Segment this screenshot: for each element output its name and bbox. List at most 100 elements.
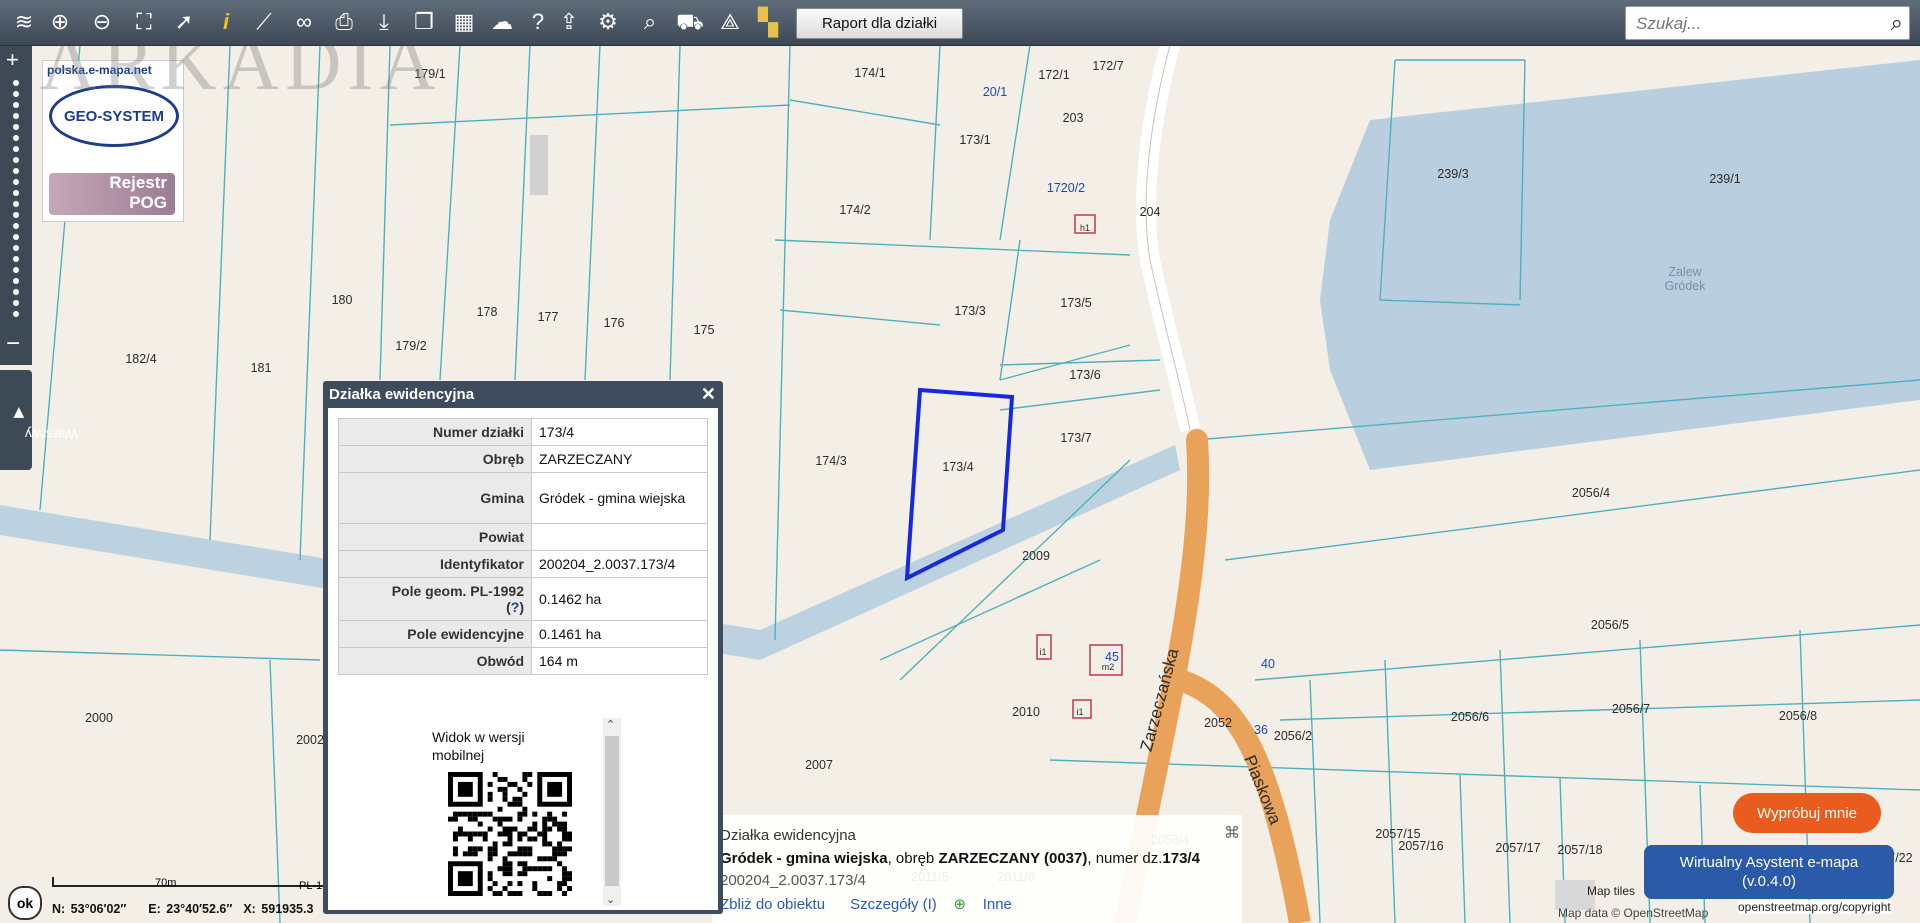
chevron-down-icon[interactable]: ⌄ <box>606 893 615 906</box>
parcel-label: 2057/16 <box>1398 839 1444 853</box>
building-number: 36 <box>1254 723 1268 737</box>
layers-tab[interactable]: ▶ Warstwy <box>0 370 78 470</box>
ok-button[interactable]: ok <box>8 886 42 920</box>
parcel-label: 181 <box>250 361 272 375</box>
link-icon[interactable]: ∞ <box>290 8 318 36</box>
zoom-level-dot[interactable] <box>13 201 19 207</box>
close-icon[interactable]: ⌘ <box>1224 823 1240 843</box>
zoom-level-dot[interactable] <box>13 157 19 163</box>
zoom-level-dot[interactable] <box>13 311 19 317</box>
parcel-label: 2057/17 <box>1495 841 1541 855</box>
zoom-level-dot[interactable] <box>13 289 19 295</box>
north-icon[interactable]: ⟁ <box>716 8 744 36</box>
parcel-label: 20/1 <box>982 85 1008 99</box>
zoom-level-dot[interactable] <box>13 267 19 273</box>
tiles-attribution: Map tiles <box>1587 884 1636 898</box>
zoom-extent-icon[interactable]: ⛶ <box>130 8 158 36</box>
building-code: i1 <box>1039 647 1047 657</box>
building-code: m2 <box>1101 662 1115 672</box>
virtual-assistant-button[interactable]: Wirtualny Asystent e-mapa (v.0.4.0) <box>1644 845 1894 899</box>
zoom-level-dot[interactable] <box>13 91 19 97</box>
zoom-out-icon[interactable]: ⊖ <box>88 8 116 36</box>
parcel-label: 178 <box>476 305 498 319</box>
parcel-label: 203 <box>1062 111 1084 125</box>
rejestr-pog-logo[interactable]: Rejestr POG <box>49 173 175 215</box>
zoom-level-dot[interactable] <box>13 300 19 306</box>
zoom-level-dot[interactable] <box>13 80 19 86</box>
info-type: Działka ewidencyjna <box>720 827 856 844</box>
zoom-plus-icon[interactable]: + <box>6 47 19 73</box>
pointer-icon[interactable]: ➚ <box>170 8 198 36</box>
zoom-level-dot[interactable] <box>13 124 19 130</box>
zoom-level-dot[interactable] <box>13 113 19 119</box>
popup-body: Numer działki 173/4 Obręb ZARZECZANY Gmina… <box>328 408 718 910</box>
help-icon[interactable]: ? <box>524 8 552 36</box>
parcel-label: 2056/6 <box>1450 710 1490 724</box>
zoom-level-dot[interactable] <box>13 102 19 108</box>
parcel-label: 175 <box>693 323 715 337</box>
table-row: Pole ewidencyjne 0.1461 ha <box>338 620 708 648</box>
copy-icon[interactable]: ❐ <box>410 8 438 36</box>
zoom-level-dot[interactable] <box>13 256 19 262</box>
zoom-level-dot[interactable] <box>13 190 19 196</box>
parcel-label: 176 <box>603 316 625 330</box>
bubble-icon[interactable]: ☁ <box>488 8 516 36</box>
building-number: 40 <box>1261 657 1275 671</box>
table-row: Gmina Gródek - gmina wiejska <box>338 472 708 524</box>
download-icon[interactable]: ⤓ <box>370 8 398 36</box>
search-input[interactable] <box>1634 13 1868 35</box>
layout-icon[interactable]: ▦ <box>450 8 478 36</box>
search-icon[interactable]: ⌕ <box>1891 10 1903 36</box>
parcel-label: 2010 <box>1012 705 1040 719</box>
qr-code <box>448 772 572 896</box>
parcel-label: 174/3 <box>815 454 847 468</box>
zoom-to-object-link[interactable]: Zbliż do obiektu <box>720 896 825 913</box>
parcel-label: 173/1 <box>959 133 991 147</box>
help-link[interactable]: ? <box>511 599 520 615</box>
parcel-label: 239/3 <box>1437 167 1469 181</box>
details-link[interactable]: Szczegóły (I) <box>850 896 937 913</box>
chevron-up-icon[interactable]: ⌃ <box>606 718 615 731</box>
zoom-level-dot[interactable] <box>13 212 19 218</box>
measure-icon[interactable]: ⟋ <box>250 8 278 36</box>
zoom-level-dot[interactable] <box>13 135 19 141</box>
water-label: Zalew Gródek <box>1664 265 1706 293</box>
other-link[interactable]: Inne <box>983 896 1012 913</box>
color-grid-icon[interactable]: ▚ <box>754 8 782 36</box>
parcel-label: 174/1 <box>854 66 886 80</box>
parcel-label: 2000 <box>85 711 113 725</box>
zoom-level-dot[interactable] <box>13 223 19 229</box>
parcel-label: 182/4 <box>125 352 157 366</box>
find-icon[interactable]: ⌕ <box>636 8 664 36</box>
cloud-upload-icon[interactable]: ⇪ <box>555 8 583 36</box>
close-icon[interactable]: ✕ <box>701 384 716 405</box>
zoom-level-dot[interactable] <box>13 146 19 152</box>
plus-circle-icon[interactable]: ⊕ <box>953 896 966 913</box>
try-me-button[interactable]: Wypróbuj mnie <box>1733 793 1881 833</box>
info-icon[interactable]: i <box>212 8 240 36</box>
table-row: Numer działki 173/4 <box>338 418 708 446</box>
popup-title: Działka ewidencyjna <box>329 386 475 403</box>
lake-area <box>1320 60 1920 470</box>
coordinates-readout: N: 53°06′02″ E: 23°40′52.6″ X: 591935.3 <box>52 902 314 916</box>
zoom-level-dot[interactable] <box>13 168 19 174</box>
table-row: Powiat <box>338 523 708 551</box>
print-icon[interactable]: ⎙ <box>330 8 358 36</box>
zoom-level-dot[interactable] <box>13 245 19 251</box>
settings-icon[interactable]: ⚙ <box>594 8 622 36</box>
scale-bar <box>52 877 326 887</box>
scrollbar-thumb[interactable] <box>605 736 619 886</box>
parcel-label: 173/7 <box>1060 431 1092 445</box>
table-row: Obręb ZARZECZANY <box>338 445 708 473</box>
zoom-minus-icon[interactable]: − <box>6 330 20 358</box>
zoom-level-dot[interactable] <box>13 278 19 284</box>
zoom-level-dot[interactable] <box>13 234 19 240</box>
zoom-in-icon[interactable]: ⊕ <box>46 8 74 36</box>
cart-icon[interactable]: ⛟ <box>676 8 704 36</box>
zoom-level-dot[interactable] <box>13 179 19 185</box>
layers-icon[interactable]: ≋ <box>10 8 38 36</box>
info-summary: Gródek - gmina wiejska, obręb ZARZECZANY… <box>720 850 1200 867</box>
zoom-slider[interactable]: + − <box>0 45 32 365</box>
copyright-link[interactable]: openstreetmap.org/copyright <box>1738 900 1891 914</box>
report-button[interactable]: Raport dla działki <box>796 8 963 39</box>
